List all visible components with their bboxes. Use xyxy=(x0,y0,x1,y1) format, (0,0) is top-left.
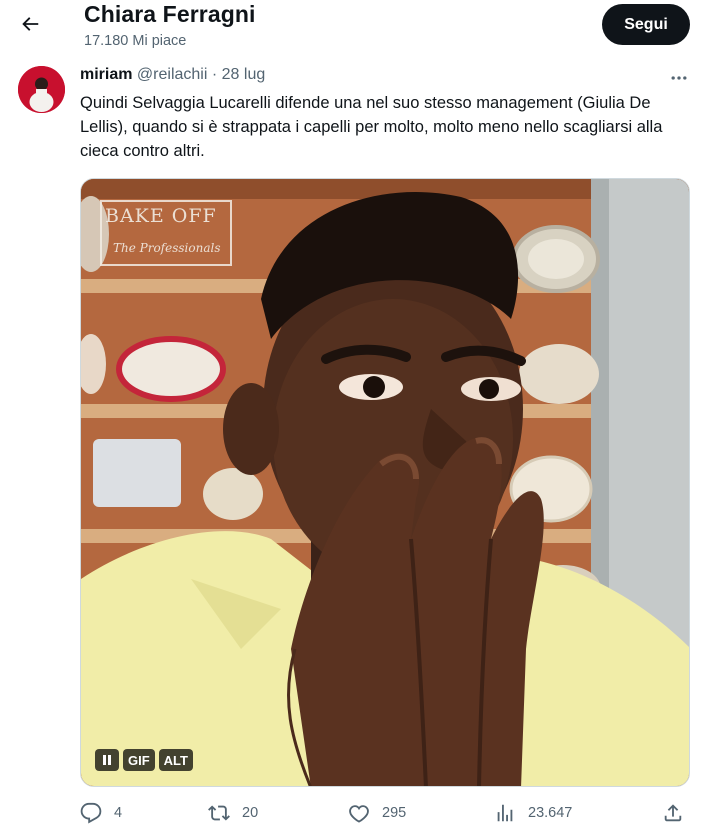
retweet-button[interactable]: 20 xyxy=(208,800,258,824)
profile-header: Chiara Ferragni 17.180 Mi piace Segui xyxy=(0,0,712,58)
page-title: Chiara Ferragni xyxy=(84,1,256,27)
tweet-text: Quindi Selvaggia Lucarelli difende una n… xyxy=(80,94,663,160)
follow-button[interactable]: Segui xyxy=(602,4,690,45)
watermark-title: BAKE OFF xyxy=(105,205,217,227)
share-button[interactable] xyxy=(662,800,684,824)
author-handle[interactable]: @reilachii xyxy=(137,66,207,83)
share-icon xyxy=(664,804,682,822)
alt-button[interactable]: ALT xyxy=(158,749,193,771)
avatar-image xyxy=(18,66,65,113)
more-options-button[interactable] xyxy=(662,64,696,92)
tweet-meta: miriam @reilachii · 28 lug xyxy=(80,66,265,84)
reply-count: 4 xyxy=(114,805,123,821)
views-count: 23.647 xyxy=(528,805,573,821)
reply-icon xyxy=(80,802,102,824)
watermark-subtitle: The Professionals xyxy=(113,241,221,255)
pause-button[interactable] xyxy=(95,749,119,771)
more-dots-icon xyxy=(671,76,687,80)
reply-button[interactable]: 4 xyxy=(80,800,122,824)
tweet-actions: 4 20 295 23.647 xyxy=(0,800,712,824)
tweet[interactable]: miriam @reilachii · 28 lug Quindi Selvag… xyxy=(0,58,712,824)
like-count: 295 xyxy=(382,805,407,821)
likes-count: 17.180 Mi piace xyxy=(84,33,187,49)
author-name[interactable]: miriam xyxy=(80,66,132,83)
media-controls: GIF ALT xyxy=(95,749,193,771)
gif-frame xyxy=(81,179,689,786)
views-button[interactable]: 23.647 xyxy=(494,800,572,824)
meta-separator: · xyxy=(211,66,218,83)
tweet-gif[interactable]: BAKE OFF The Professionals GIF ALT xyxy=(80,178,690,787)
pause-icon xyxy=(103,755,111,765)
tweet-date[interactable]: 28 lug xyxy=(222,66,266,83)
back-button[interactable] xyxy=(14,8,46,40)
gif-badge: GIF xyxy=(123,749,155,771)
avatar[interactable] xyxy=(18,66,65,113)
arrow-left-icon xyxy=(22,17,39,31)
bar-chart-icon xyxy=(497,804,513,822)
like-button[interactable]: 295 xyxy=(348,800,406,824)
heart-icon xyxy=(349,805,369,823)
retweet-count: 20 xyxy=(242,805,259,821)
retweet-icon xyxy=(208,805,230,821)
